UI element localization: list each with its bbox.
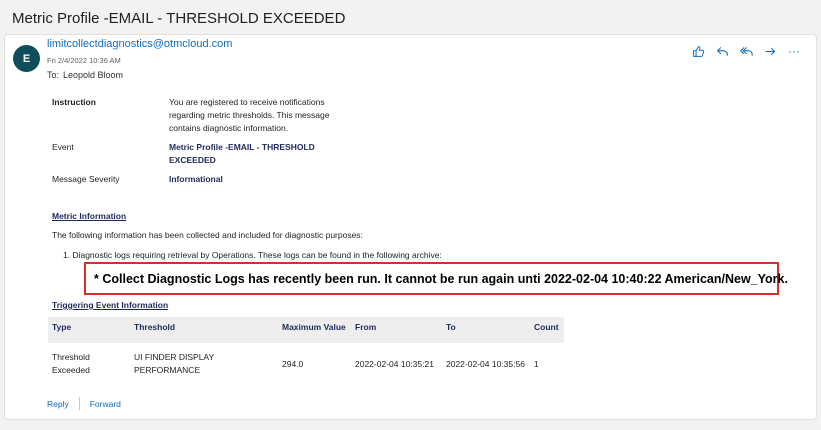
cell-to: 2022-02-04 10:35:56 xyxy=(446,358,525,369)
cell-type: Threshold Exceeded xyxy=(52,352,90,375)
reply-button[interactable] xyxy=(714,43,730,59)
thumbs-up-icon xyxy=(692,45,704,57)
triggering-table: Type Threshold Maximum Value From To Cou… xyxy=(48,317,564,385)
message-actions: ··· xyxy=(690,43,802,59)
instruction-value: You are registered to receive notificati… xyxy=(169,97,330,133)
severity-label: Message Severity xyxy=(52,174,120,184)
col-header-type: Type xyxy=(48,317,130,343)
reply-icon xyxy=(716,46,728,56)
table-row: Threshold Exceeded UI FINDER DISPLAY PER… xyxy=(48,343,564,385)
severity-value: Informational xyxy=(169,174,223,184)
cell-from: 2022-02-04 10:35:21 xyxy=(355,358,434,369)
forward-button[interactable] xyxy=(762,43,778,59)
instruction-label: Instruction xyxy=(52,97,96,107)
event-value: Metric Profile -EMAIL - THRESHOLD EXCEED… xyxy=(169,142,315,165)
forward-icon xyxy=(765,47,775,55)
col-header-max-value: Maximum Value xyxy=(278,317,351,343)
sender-avatar[interactable]: E xyxy=(13,45,40,72)
event-label: Event xyxy=(52,142,74,152)
reply-forward-bar: Reply Forward xyxy=(47,397,121,410)
sender-address[interactable]: limitcollectdiagnostics@otmcloud.com xyxy=(47,38,232,50)
reply-all-icon xyxy=(739,46,753,56)
cell-count: 1 xyxy=(534,358,539,369)
more-button[interactable]: ··· xyxy=(786,43,802,59)
forward-link[interactable]: Forward xyxy=(90,399,121,409)
cell-threshold: UI FINDER DISPLAY PERFORMANCE xyxy=(134,352,214,375)
col-header-to: To xyxy=(442,317,530,343)
recipient-line: To: Leopold Bloom xyxy=(47,70,123,80)
col-header-count: Count xyxy=(530,317,564,343)
alert-callout: * Collect Diagnostic Logs has recently b… xyxy=(84,262,788,295)
more-icon: ··· xyxy=(788,44,800,58)
cell-max-value: 294.0 xyxy=(282,358,304,369)
recipient-name[interactable]: Leopold Bloom xyxy=(63,70,123,80)
email-subject: Metric Profile -EMAIL - THRESHOLD EXCEED… xyxy=(12,10,346,27)
col-header-from: From xyxy=(351,317,442,343)
metric-info-item-1: 1. Diagnostic logs requiring retrieval b… xyxy=(63,250,442,260)
message-card: E limitcollectdiagnostics@otmcloud.com F… xyxy=(4,34,817,420)
metric-info-intro: The following information has been colle… xyxy=(52,230,363,240)
table-header-row: Type Threshold Maximum Value From To Cou… xyxy=(48,317,564,343)
reply-all-button[interactable] xyxy=(738,43,754,59)
message-date: Fri 2/4/2022 10:36 AM xyxy=(47,56,121,65)
metric-info-title: Metric Information xyxy=(52,211,127,221)
reply-link[interactable]: Reply xyxy=(47,399,69,409)
to-label: To: xyxy=(47,70,60,80)
like-button[interactable] xyxy=(690,43,706,59)
alert-text: * Collect Diagnostic Logs has recently b… xyxy=(94,271,788,286)
col-header-threshold: Threshold xyxy=(130,317,278,343)
divider xyxy=(78,397,80,410)
triggering-title: Triggering Event Information xyxy=(52,300,169,310)
